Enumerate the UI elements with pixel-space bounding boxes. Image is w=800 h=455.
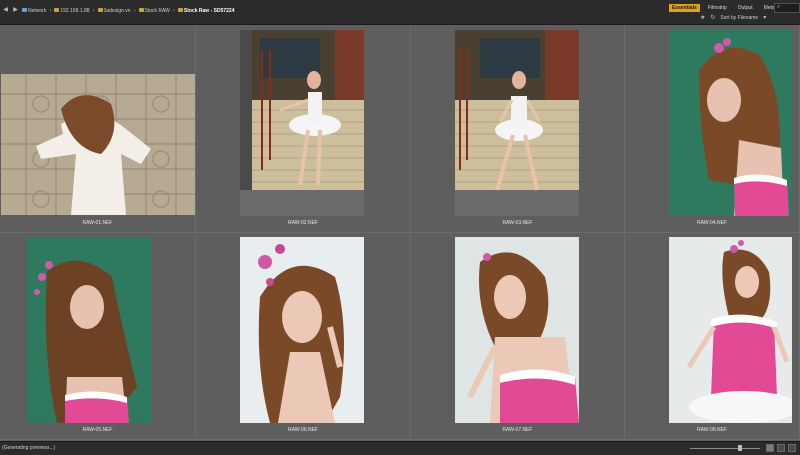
- folder-icon: [97, 8, 103, 13]
- chevron-down-icon[interactable]: ▾: [763, 14, 766, 21]
- thumbnail-cell[interactable]: RAW-08.NEF: [625, 233, 800, 440]
- thumbnail-image[interactable]: [27, 237, 151, 423]
- breadcrumb-item-current[interactable]: Stock Raw - SD57224: [177, 8, 234, 14]
- thumbnail-filename: RAW-02.NEF: [287, 220, 318, 226]
- thumbnail-cell[interactable]: RAW-07.NEF: [411, 233, 625, 440]
- breadcrumb: ◀ ▶ Network › 192.168.1.88 › 3adesign.vn…: [2, 7, 234, 14]
- back-icon[interactable]: ◀: [2, 7, 9, 14]
- thumbnail-filename: RAW-01.NEF: [82, 220, 113, 226]
- thumbnail-image[interactable]: [669, 30, 792, 216]
- thumbnail-filename: RAW-07.NEF: [502, 427, 533, 433]
- workspace-output[interactable]: Output: [735, 4, 756, 12]
- list-view-icon[interactable]: [777, 444, 785, 452]
- thumbnail-cell[interactable]: RAW-04.NEF: [625, 26, 800, 233]
- folder-icon: [177, 8, 183, 13]
- photo-thumbnail: [240, 30, 364, 216]
- breadcrumb-item[interactable]: Network: [22, 8, 46, 14]
- photo-thumbnail: [27, 237, 151, 423]
- breadcrumb-separator-icon: ›: [133, 7, 136, 14]
- breadcrumb-separator-icon: ›: [92, 7, 95, 14]
- thumbnail-filename: RAW-04.NEF: [696, 220, 727, 226]
- thumbnail-filename: RAW-08.NEF: [696, 427, 727, 433]
- grid-view-icon[interactable]: [766, 444, 774, 452]
- thumbnail-image[interactable]: [669, 237, 792, 423]
- bridge-window: ◀ ▶ Network › 192.168.1.88 › 3adesign.vn…: [0, 0, 800, 455]
- thumbnail-filename: RAW-03.NEF: [502, 220, 533, 226]
- folder-icon: [138, 8, 144, 13]
- thumbnail-filename: RAW-06.NEF: [287, 427, 318, 433]
- network-icon: [22, 8, 27, 13]
- photo-thumbnail: [669, 237, 792, 423]
- thumbnail-cell[interactable]: RAW-05.NEF: [0, 233, 196, 440]
- status-bar: (Generating previews...): [0, 441, 800, 455]
- photo-thumbnail: [240, 237, 364, 423]
- thumbnail-image[interactable]: [455, 30, 579, 216]
- workspace-essentials[interactable]: Essentials: [669, 4, 700, 12]
- thumbnail-filename: RAW-05.NEF: [82, 427, 113, 433]
- breadcrumb-separator-icon: ›: [49, 7, 52, 14]
- top-bar: ◀ ▶ Network › 192.168.1.88 › 3adesign.vn…: [0, 0, 800, 25]
- thumbnail-image[interactable]: [1, 74, 195, 215]
- rotate-icon[interactable]: ↻: [710, 14, 715, 21]
- content-grid: RAW-01.NEF RAW-02.NEF RAW-03.NEF RAW-04.…: [0, 26, 800, 440]
- search-icon: ⌕: [777, 4, 781, 10]
- forward-icon[interactable]: ▶: [12, 7, 19, 14]
- thumbnail-cell[interactable]: RAW-01.NEF: [0, 26, 196, 233]
- thumbnail-image[interactable]: [240, 30, 364, 216]
- thumbnail-cell[interactable]: RAW-03.NEF: [411, 26, 625, 233]
- breadcrumb-item[interactable]: 192.168.1.88: [54, 8, 90, 14]
- thumbnail-cell[interactable]: RAW-06.NEF: [196, 233, 411, 440]
- thumbnail-size-slider[interactable]: [690, 448, 760, 449]
- star-filter-icon[interactable]: ★: [700, 14, 705, 21]
- thumbnail-image[interactable]: [240, 237, 364, 423]
- details-view-icon[interactable]: [788, 444, 796, 452]
- workspace-filmstrip[interactable]: Filmstrip: [705, 4, 730, 12]
- photo-thumbnail: [1, 74, 195, 215]
- photo-thumbnail: [455, 237, 579, 423]
- sort-dropdown[interactable]: Sort by Filename: [720, 15, 758, 21]
- search-input[interactable]: ⌕: [774, 3, 800, 13]
- folder-icon: [54, 8, 60, 13]
- breadcrumb-separator-icon: ›: [172, 7, 175, 14]
- thumbnail-image[interactable]: [455, 237, 579, 423]
- sort-bar: ★ ↻ Sort by Filename ▾: [700, 14, 766, 22]
- thumbnail-cell[interactable]: RAW-02.NEF: [196, 26, 411, 233]
- view-mode-switcher: [766, 444, 796, 452]
- breadcrumb-item[interactable]: 3adesign.vn: [97, 8, 131, 14]
- photo-thumbnail: [455, 30, 579, 216]
- breadcrumb-item[interactable]: Stock RAW: [138, 8, 170, 14]
- photo-thumbnail: [669, 30, 792, 216]
- status-text: (Generating previews...): [2, 445, 56, 451]
- slider-handle[interactable]: [738, 445, 743, 451]
